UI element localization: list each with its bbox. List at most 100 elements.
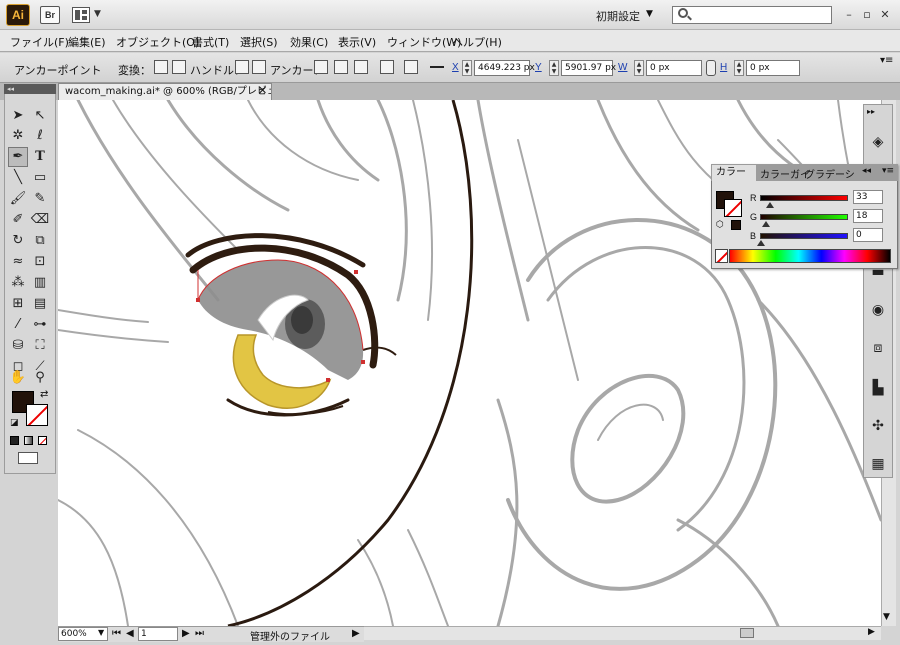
none-swatch[interactable] bbox=[715, 249, 728, 263]
g-slider[interactable] bbox=[760, 214, 848, 220]
minimize-button[interactable]: – bbox=[842, 8, 856, 22]
blob-brush-icon[interactable]: ✐ bbox=[8, 210, 28, 230]
convert-corner-icon[interactable] bbox=[154, 60, 168, 74]
menu-select[interactable]: 選択(S) bbox=[240, 34, 278, 50]
control-panel-menu-icon[interactable]: ▾≡ bbox=[880, 55, 893, 66]
stroke-swatch[interactable] bbox=[26, 404, 48, 426]
menu-edit[interactable]: 編集(E) bbox=[68, 34, 106, 50]
y-field[interactable]: 5901.97 px bbox=[561, 60, 616, 76]
transparency-icon[interactable]: ◉ bbox=[866, 298, 890, 322]
artboard-field[interactable]: 1 bbox=[138, 627, 178, 641]
align-icon[interactable]: ⧈ bbox=[866, 336, 890, 360]
hide-handles-icon[interactable] bbox=[252, 60, 266, 74]
link-proportions-icon[interactable] bbox=[706, 60, 716, 76]
b-slider-thumb[interactable] bbox=[757, 240, 765, 246]
gradient-icon[interactable]: ▤ bbox=[30, 294, 50, 314]
workspace-switcher[interactable]: 初期設定 bbox=[596, 8, 640, 24]
scroll-right-icon[interactable]: ▶ bbox=[868, 627, 875, 637]
first-artboard-icon[interactable]: ⏮ bbox=[112, 628, 121, 639]
live-paint-select-icon[interactable]: ⛶ bbox=[30, 336, 50, 356]
pen-tool-icon[interactable]: ✒ bbox=[8, 147, 28, 167]
scroll-down-icon[interactable]: ▼ bbox=[883, 612, 890, 622]
w-spinner[interactable]: ▲ ▼ bbox=[634, 60, 644, 76]
screen-mode-icon[interactable] bbox=[18, 452, 38, 464]
close-icon[interactable]: ✕ bbox=[258, 84, 267, 97]
horizontal-scrollbar[interactable] bbox=[364, 626, 881, 640]
cut-path-icon[interactable] bbox=[354, 60, 368, 74]
out-of-gamut-icon[interactable]: ⬡ bbox=[716, 220, 724, 230]
swap-colors-icon[interactable]: ⇄ bbox=[40, 389, 48, 400]
x-spinner[interactable]: ▲ ▼ bbox=[462, 60, 472, 76]
status-menu-icon[interactable]: ▶ bbox=[352, 628, 360, 639]
panel-menu-icon[interactable]: ▾≡ bbox=[882, 166, 894, 176]
scroll-thumb[interactable] bbox=[740, 628, 754, 638]
chevron-down-icon[interactable]: ▼ bbox=[94, 9, 101, 19]
paintbrush-icon[interactable]: 🖌 bbox=[8, 189, 28, 209]
color-mode-icon[interactable] bbox=[10, 436, 19, 445]
eraser-icon[interactable]: ⌫ bbox=[30, 210, 50, 230]
symbol-sprayer-icon[interactable]: ⁂ bbox=[8, 273, 28, 293]
menu-object[interactable]: オブジェクト(O) bbox=[116, 34, 199, 50]
symbols-icon[interactable]: ▙ bbox=[866, 376, 890, 400]
menu-effect[interactable]: 効果(C) bbox=[290, 34, 328, 50]
close-button[interactable]: ✕ bbox=[878, 8, 892, 22]
magic-wand-icon[interactable]: ✲ bbox=[8, 126, 28, 146]
warp-icon[interactable]: ≈ bbox=[8, 252, 28, 272]
menu-window[interactable]: ウィンドウ(W) bbox=[387, 34, 461, 50]
swatches-icon[interactable]: ▦ bbox=[866, 452, 890, 476]
menu-file[interactable]: ファイル(F) bbox=[10, 34, 69, 50]
pencil-icon[interactable]: ✎ bbox=[30, 189, 50, 209]
r-field[interactable]: 33 bbox=[853, 190, 883, 204]
chevron-down-icon[interactable]: ▼ bbox=[98, 628, 104, 637]
y-spinner[interactable]: ▲ ▼ bbox=[549, 60, 559, 76]
panel-stroke-swatch[interactable] bbox=[724, 199, 742, 217]
collapse-panel-icon[interactable]: ◂◂ bbox=[862, 166, 871, 176]
x-field[interactable]: 4649.223 px bbox=[474, 60, 535, 76]
tab-color[interactable]: カラー bbox=[712, 165, 756, 181]
restore-button[interactable]: ▫ bbox=[860, 8, 874, 22]
zoom-icon[interactable]: ⚲ bbox=[30, 368, 50, 388]
toolbox-header[interactable]: ◂◂ bbox=[4, 84, 56, 94]
menu-type[interactable]: 書式(T) bbox=[192, 34, 229, 50]
r-slider[interactable] bbox=[760, 195, 848, 201]
bridge-icon[interactable]: Br bbox=[40, 6, 60, 24]
connect-anchor-icon[interactable] bbox=[334, 60, 348, 74]
last-artboard-icon[interactable]: ⏭ bbox=[195, 628, 204, 639]
color-spectrum[interactable] bbox=[729, 249, 891, 263]
layers-icon[interactable]: ◈ bbox=[866, 130, 890, 154]
stroke-icon[interactable] bbox=[430, 66, 444, 68]
isolate-icon[interactable] bbox=[380, 60, 394, 74]
chevron-down-icon[interactable]: ▼ bbox=[646, 9, 653, 19]
menu-help[interactable]: ヘルプ(H) bbox=[452, 34, 502, 50]
brushes-icon[interactable]: ✣ bbox=[866, 414, 890, 438]
next-artboard-icon[interactable]: ▶ bbox=[182, 628, 190, 639]
selection-tool-icon[interactable]: ➤ bbox=[8, 106, 28, 126]
none-mode-icon[interactable] bbox=[38, 436, 47, 445]
hand-icon[interactable]: ✋ bbox=[8, 368, 28, 388]
rectangle-tool-icon[interactable]: ▭ bbox=[30, 168, 50, 188]
w-field[interactable]: 0 px bbox=[646, 60, 702, 76]
document-tab[interactable]: wacom_making.ai* @ 600% (RGB/プレビュー) bbox=[58, 83, 272, 100]
tab-color-guide[interactable]: カラーガイ bbox=[760, 166, 810, 181]
search-input[interactable] bbox=[672, 6, 832, 24]
last-color-swatch[interactable] bbox=[731, 220, 741, 230]
gradient-mode-icon[interactable] bbox=[24, 436, 33, 445]
h-field[interactable]: 0 px bbox=[746, 60, 800, 76]
r-slider-thumb[interactable] bbox=[766, 202, 774, 208]
arrange-documents-icon[interactable] bbox=[72, 7, 90, 23]
g-field[interactable]: 18 bbox=[853, 209, 883, 223]
eyedropper-icon[interactable]: ⁄ bbox=[8, 315, 28, 335]
b-slider[interactable] bbox=[760, 233, 848, 239]
h-spinner[interactable]: ▲ ▼ bbox=[734, 60, 744, 76]
live-paint-icon[interactable]: ⛁ bbox=[8, 336, 28, 356]
b-field[interactable]: 0 bbox=[853, 228, 883, 242]
scale-icon[interactable]: ⧉ bbox=[30, 231, 50, 251]
show-handles-icon[interactable] bbox=[235, 60, 249, 74]
mesh-icon[interactable]: ⊞ bbox=[8, 294, 28, 314]
default-colors-icon[interactable]: ◪ bbox=[10, 418, 19, 428]
remove-anchor-icon[interactable] bbox=[314, 60, 328, 74]
graph-icon[interactable]: ▥ bbox=[30, 273, 50, 293]
type-tool-icon[interactable]: T bbox=[30, 147, 50, 167]
convert-smooth-icon[interactable] bbox=[172, 60, 186, 74]
tab-gradient[interactable]: グラデーシ bbox=[805, 166, 855, 181]
